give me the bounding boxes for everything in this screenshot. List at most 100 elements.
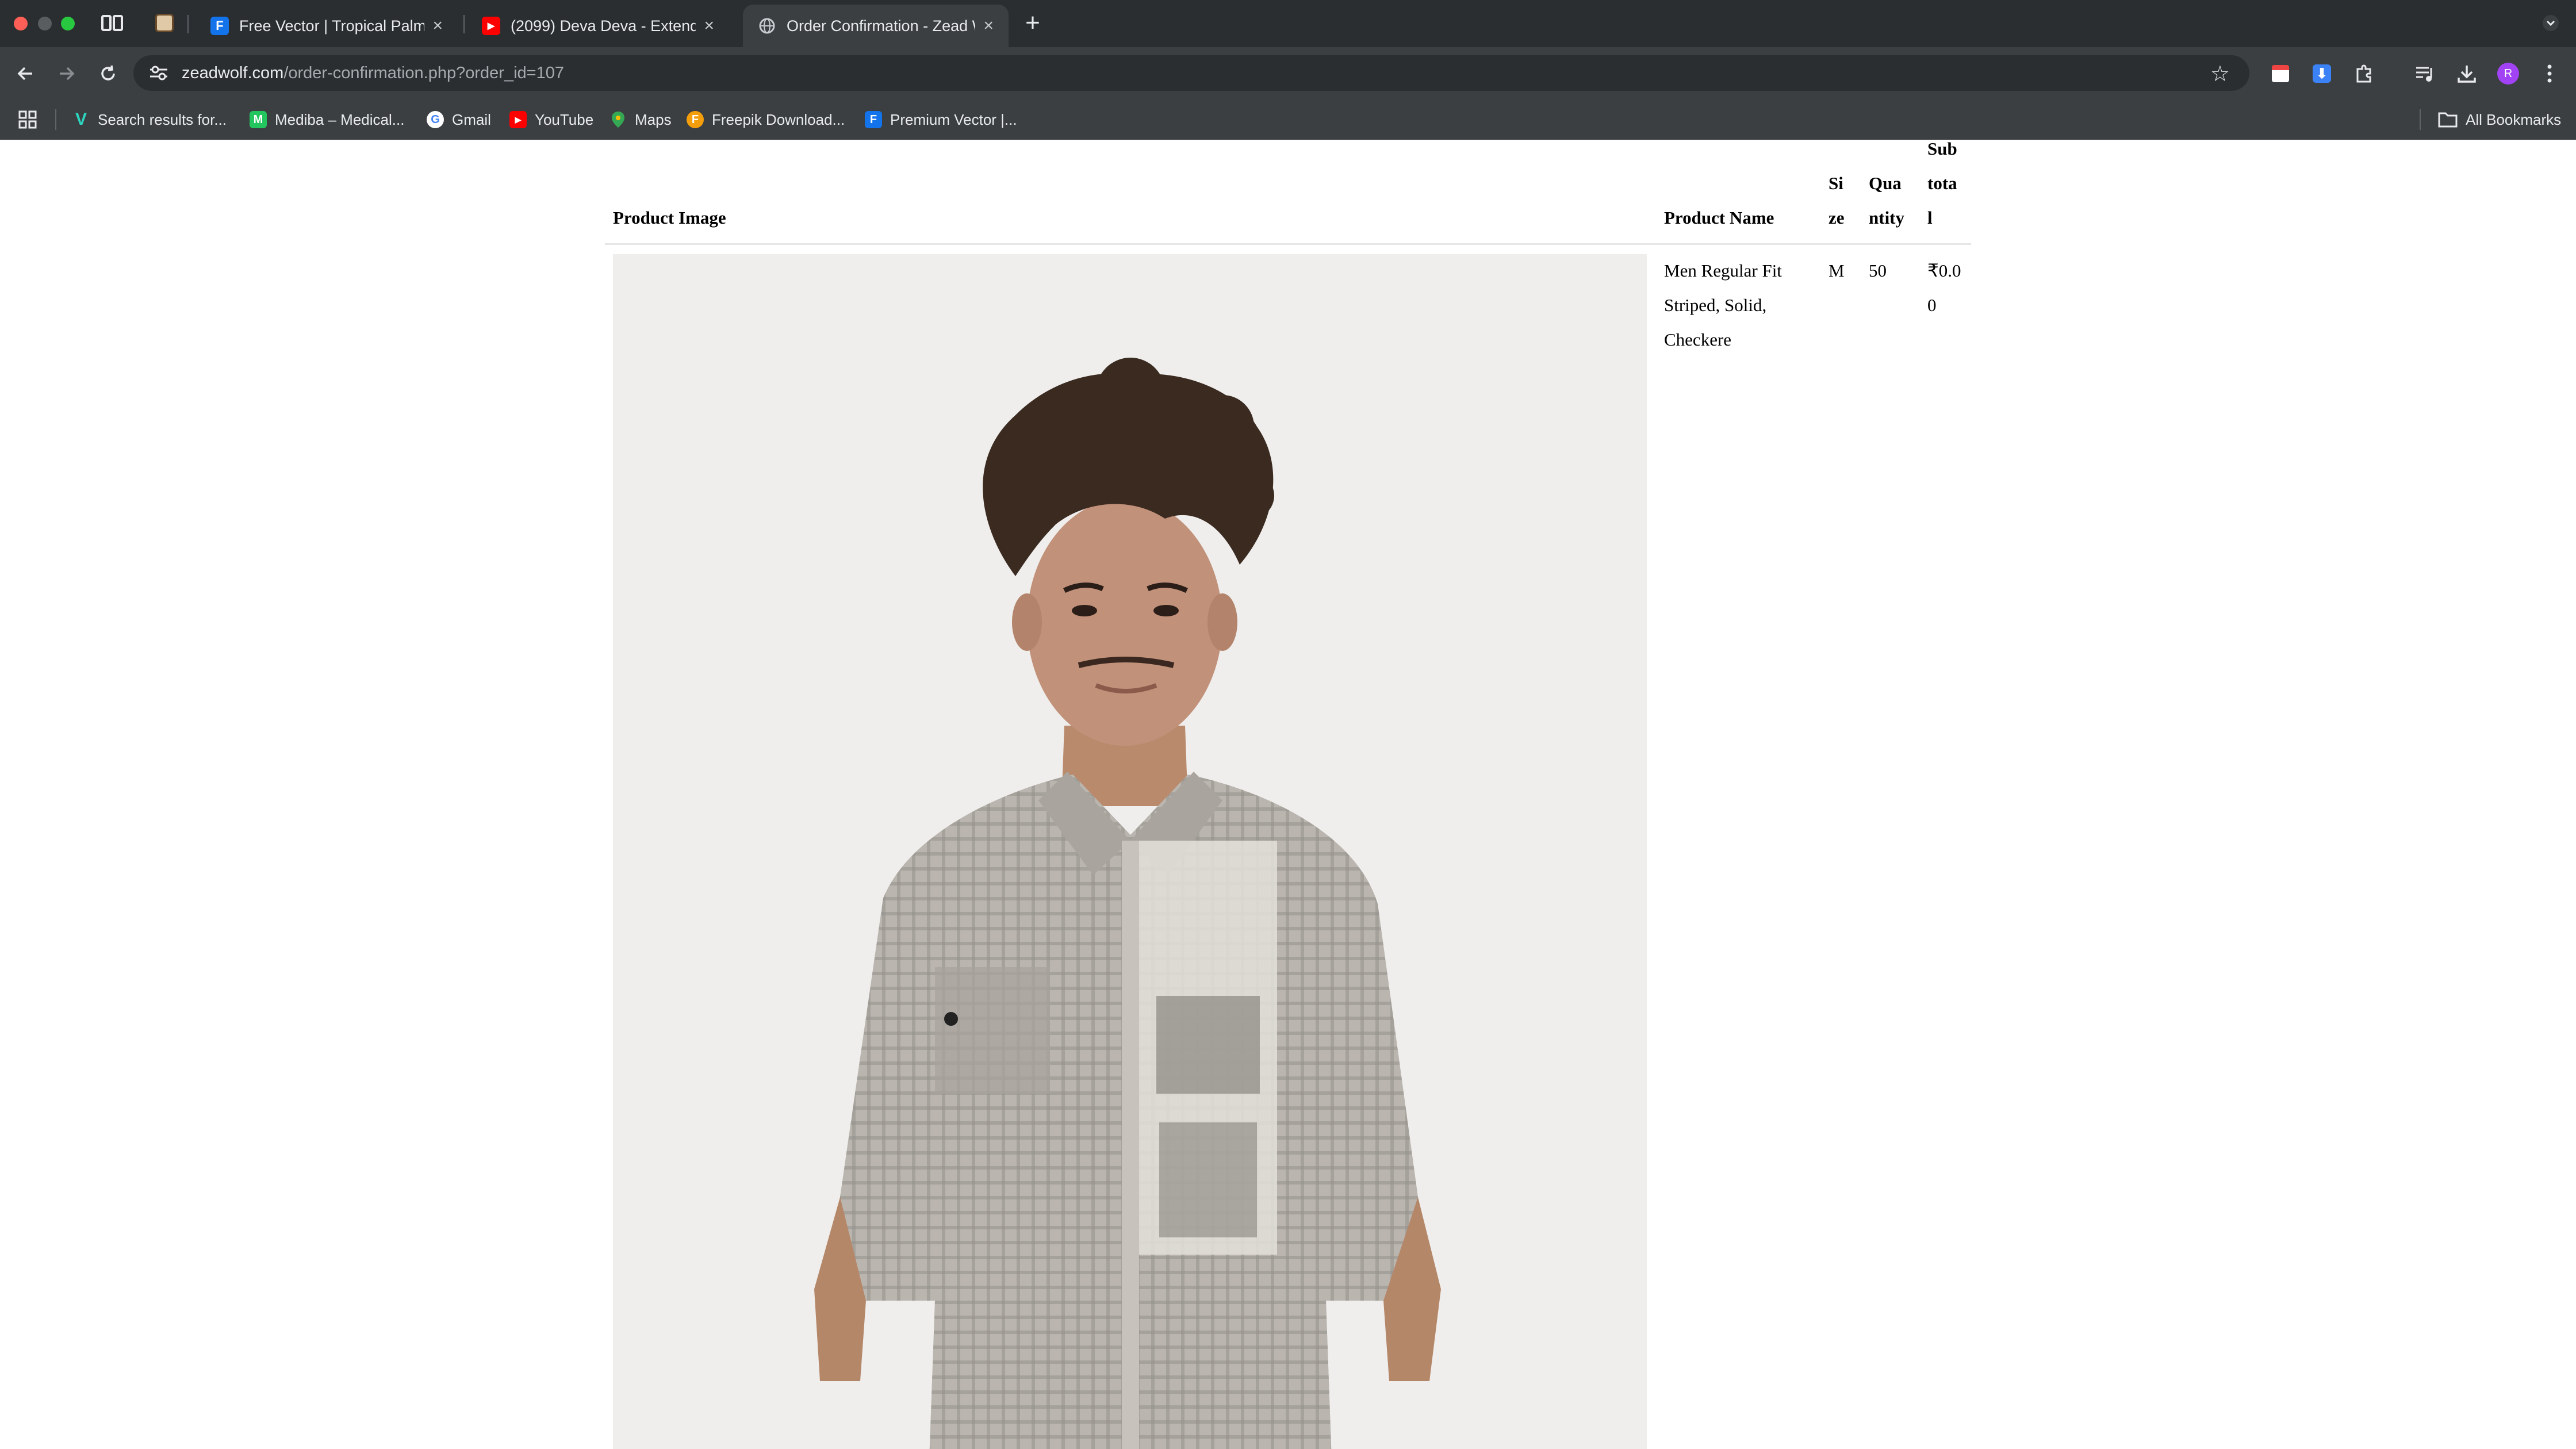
youtube-icon: ▶ bbox=[509, 111, 527, 128]
bookmark-item[interactable]: G Gmail bbox=[427, 108, 491, 131]
url-path: /order-confirmation.php?order_id=107 bbox=[283, 63, 564, 82]
folder-icon bbox=[2438, 112, 2458, 128]
tab-title: Order Confirmation - Zead W bbox=[787, 17, 976, 34]
column-header-subtotal-line: l bbox=[1927, 208, 1933, 228]
bookmark-item[interactable]: V Search results for... bbox=[72, 108, 227, 131]
bookmark-divider bbox=[2420, 109, 2421, 130]
bookmarks-bar: V Search results for... M Mediba – Medic… bbox=[0, 99, 2576, 140]
column-header-size-line: Si bbox=[1828, 173, 1843, 193]
downloads-button[interactable] bbox=[2453, 60, 2481, 87]
bookmark-item[interactable]: F Freepik Download... bbox=[687, 108, 845, 131]
site-info-button[interactable] bbox=[146, 60, 171, 86]
tab-close-icon[interactable]: × bbox=[432, 16, 443, 36]
tab-pinned[interactable] bbox=[152, 10, 177, 36]
column-header-subtotal-line: tota bbox=[1927, 173, 1957, 193]
tab-divider bbox=[463, 15, 465, 33]
google-icon: G bbox=[427, 111, 444, 128]
order-confirmation-page: Product Image Product Name Si ze Qua nti… bbox=[0, 140, 2576, 1449]
media-controls-button[interactable] bbox=[2412, 60, 2439, 87]
extension-downloader-button[interactable]: ⬇ bbox=[2308, 60, 2336, 87]
globe-icon bbox=[758, 17, 776, 35]
freepik-icon: F bbox=[210, 17, 229, 35]
browser-toolbar: zeadwolf.com/order-confirmation.php?orde… bbox=[0, 47, 2576, 99]
browser-menu-button[interactable] bbox=[2536, 60, 2563, 87]
download-arrow-icon: ⬇ bbox=[2313, 64, 2331, 83]
reload-icon bbox=[101, 65, 115, 80]
tab-close-icon[interactable]: × bbox=[704, 16, 714, 36]
more-vert-icon bbox=[2547, 64, 2552, 83]
forward-button[interactable] bbox=[53, 60, 80, 87]
bookmark-label: Freepik Download... bbox=[712, 110, 845, 128]
freepik-download-icon: F bbox=[687, 111, 704, 128]
url-domain: zeadwolf.com bbox=[182, 63, 284, 82]
tune-icon bbox=[150, 66, 167, 80]
extension-calendar-button[interactable] bbox=[2267, 60, 2294, 87]
column-header-size-line: ze bbox=[1828, 208, 1845, 228]
url-text[interactable]: zeadwolf.com/order-confirmation.php?orde… bbox=[182, 64, 564, 83]
tab-title: Free Vector | Tropical Palm Tr bbox=[239, 17, 425, 34]
product-name-line: Men Regular Fit bbox=[1664, 260, 1782, 281]
column-header-subtotal-line: Sub bbox=[1927, 140, 1957, 159]
reload-button[interactable] bbox=[94, 60, 122, 87]
mediba-icon: M bbox=[250, 111, 267, 128]
tab-search-button[interactable] bbox=[100, 10, 125, 36]
product-name-line: Striped, Solid, bbox=[1664, 295, 1767, 315]
new-tab-button[interactable]: + bbox=[1020, 9, 1045, 37]
bookmark-label: Mediba – Medical... bbox=[275, 110, 405, 128]
tab-list-button[interactable] bbox=[2538, 10, 2563, 36]
youtube-icon: ▶ bbox=[482, 17, 500, 35]
apps-button[interactable] bbox=[18, 108, 37, 131]
arrow-left-icon bbox=[17, 67, 32, 80]
product-name-line: Checkere bbox=[1664, 329, 1732, 350]
all-bookmarks-button[interactable]: All Bookmarks bbox=[2438, 108, 2561, 131]
bookmark-item[interactable]: M Mediba – Medical... bbox=[250, 108, 404, 131]
tab-strip: F Free Vector | Tropical Palm Tr × ▶ (20… bbox=[0, 0, 2576, 47]
queue-music-icon bbox=[2416, 67, 2432, 82]
puzzle-icon bbox=[2356, 64, 2371, 83]
tab-search-icon bbox=[101, 15, 123, 31]
chevron-down-icon bbox=[2543, 15, 2559, 31]
bookmark-item[interactable]: F Premium Vector |... bbox=[865, 108, 1017, 131]
tab-youtube[interactable]: ▶ (2099) Deva Deva - Extended × bbox=[467, 5, 729, 47]
column-header-quantity-line: ntity bbox=[1869, 208, 1904, 228]
extensions-button[interactable] bbox=[2351, 60, 2378, 87]
tab-close-icon[interactable]: × bbox=[983, 16, 994, 36]
tab-divider bbox=[187, 15, 189, 33]
bookmark-label: Maps bbox=[635, 110, 672, 128]
browser-chrome: F Free Vector | Tropical Palm Tr × ▶ (20… bbox=[0, 0, 2576, 140]
arrow-right-icon bbox=[60, 67, 75, 80]
table-header-divider bbox=[605, 243, 1971, 245]
generic-site-icon bbox=[155, 14, 174, 32]
quantity-cell: 50 bbox=[1869, 260, 1887, 281]
minimize-window-button[interactable] bbox=[38, 17, 52, 30]
download-icon bbox=[2458, 66, 2476, 83]
maps-icon bbox=[610, 111, 627, 128]
maximize-window-button[interactable] bbox=[61, 17, 75, 30]
avatar: R bbox=[2497, 63, 2519, 85]
v-icon: V bbox=[75, 110, 87, 129]
profile-button[interactable]: R bbox=[2494, 60, 2522, 87]
size-cell: M bbox=[1828, 260, 1845, 281]
back-button[interactable] bbox=[12, 60, 39, 87]
product-image bbox=[613, 254, 1647, 1449]
tab-title: (2099) Deva Deva - Extended bbox=[511, 17, 696, 34]
calendar-icon bbox=[2272, 65, 2289, 82]
apps-grid-icon bbox=[18, 110, 37, 129]
product-photo-person bbox=[613, 254, 1647, 1449]
bookmark-star-icon[interactable]: ☆ bbox=[2210, 61, 2230, 87]
freepik-icon: F bbox=[865, 111, 882, 128]
close-window-button[interactable] bbox=[14, 17, 28, 30]
subtotal-line: ₹0.0 bbox=[1927, 260, 1961, 281]
tab-order-confirmation[interactable]: Order Confirmation - Zead W × bbox=[743, 5, 1009, 47]
bookmark-label: YouTube bbox=[535, 110, 594, 128]
bookmark-label: Gmail bbox=[452, 110, 491, 128]
bookmark-divider bbox=[55, 109, 56, 130]
tab-freepik[interactable]: F Free Vector | Tropical Palm Tr × bbox=[195, 5, 458, 47]
column-header-quantity-line: Qua bbox=[1869, 173, 1902, 193]
bookmark-label: Premium Vector |... bbox=[890, 110, 1017, 128]
bookmark-item[interactable]: Maps bbox=[610, 108, 672, 131]
bookmark-item[interactable]: ▶ YouTube bbox=[509, 108, 593, 131]
subtotal-line: 0 bbox=[1927, 295, 1937, 315]
bookmark-label: Search results for... bbox=[98, 110, 227, 128]
address-bar[interactable]: zeadwolf.com/order-confirmation.php?orde… bbox=[133, 55, 2249, 91]
